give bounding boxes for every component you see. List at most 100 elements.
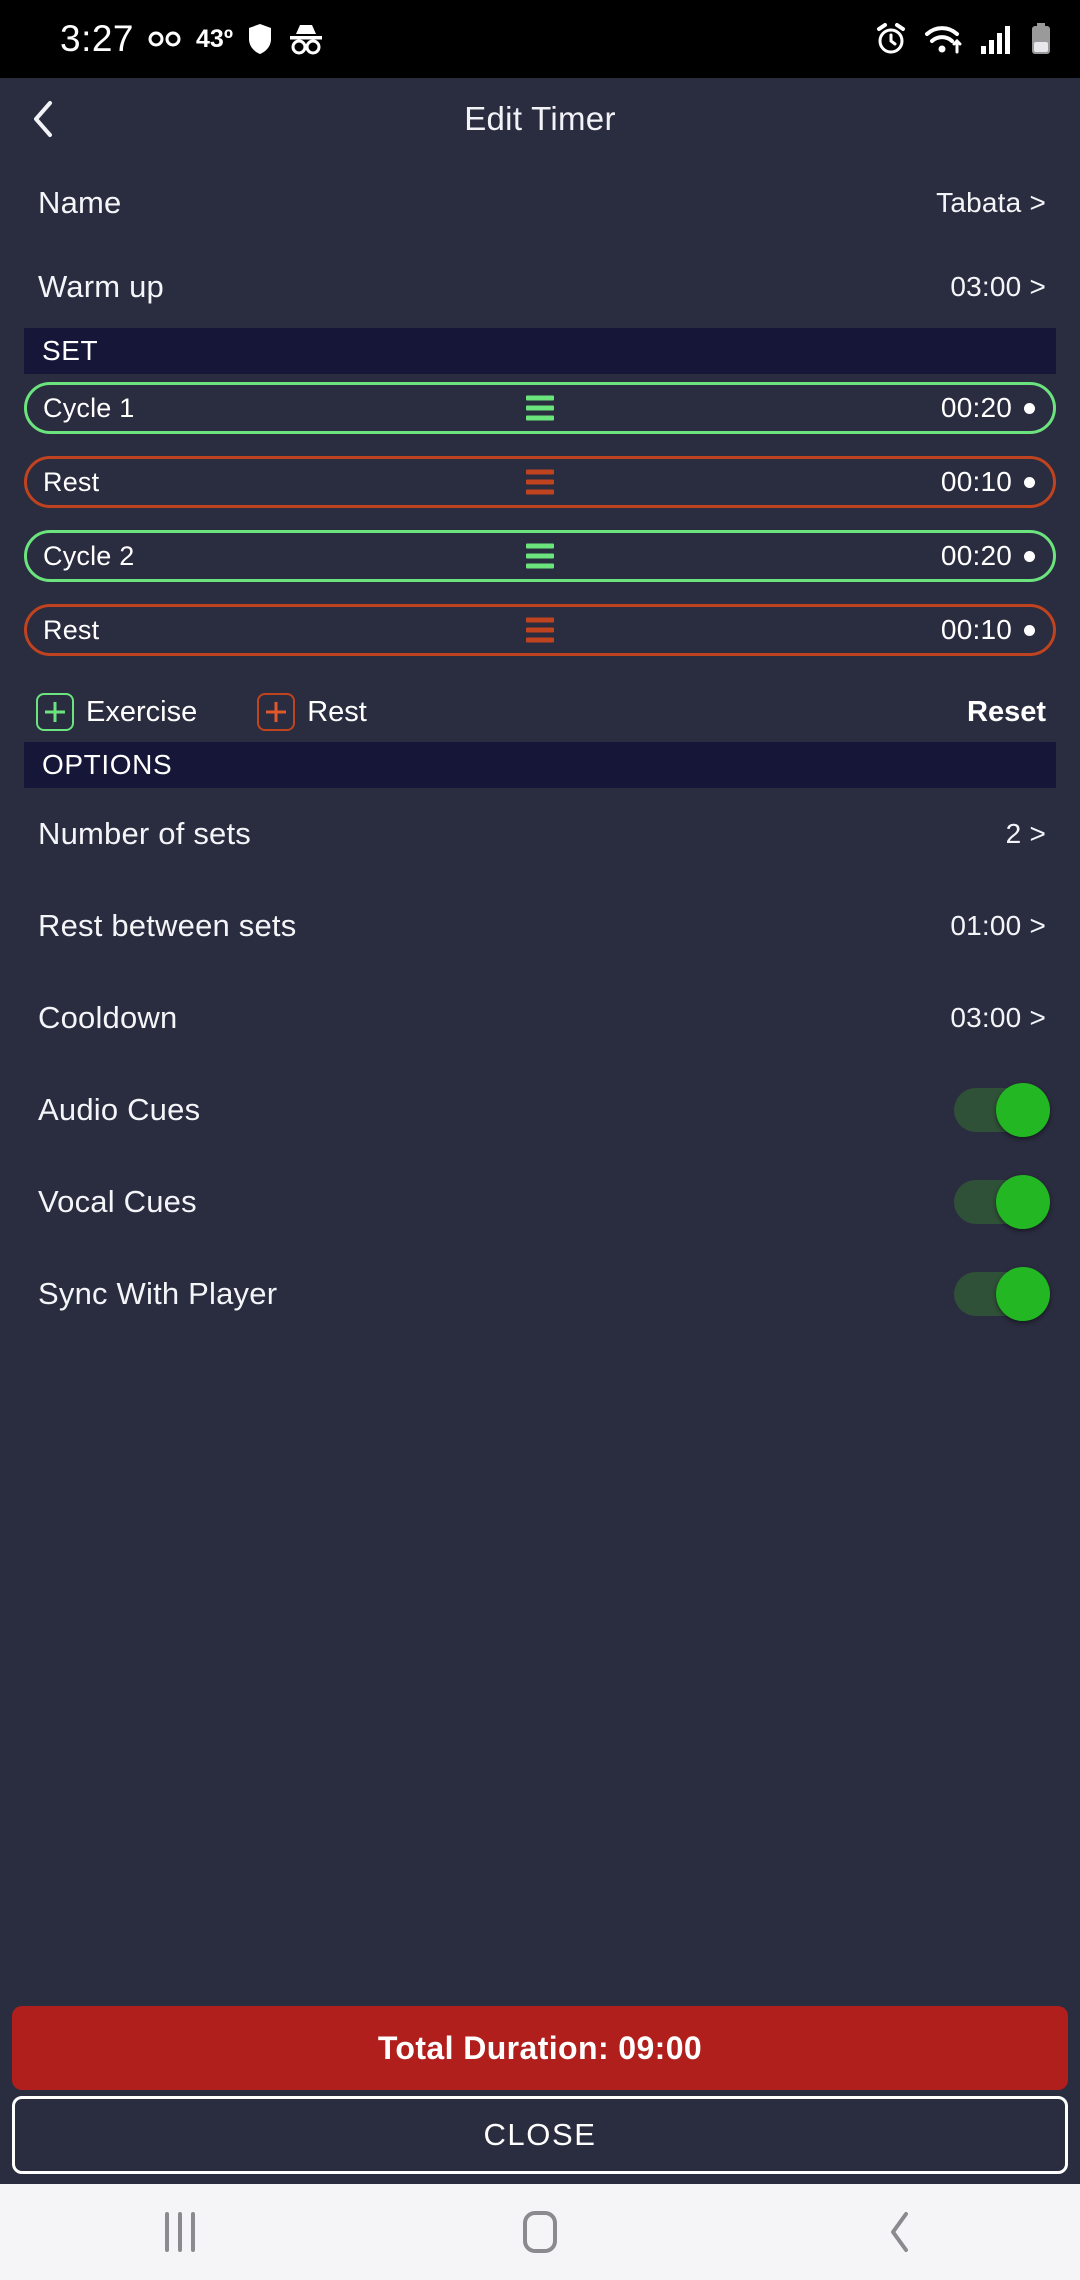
set-item-name: Rest xyxy=(43,614,100,645)
add-rest-button[interactable]: Rest xyxy=(257,693,367,731)
total-duration-label: Total Duration: 09:00 xyxy=(377,2029,703,2066)
section-header-options-label: OPTIONS xyxy=(42,749,173,780)
section-header-set-label: SET xyxy=(42,335,99,366)
status-dot-icon xyxy=(1024,550,1035,562)
drag-handle-icon[interactable] xyxy=(526,469,554,495)
row-rest-between-sets-label: Rest between sets xyxy=(38,908,297,943)
status-bar: 3:27 43º xyxy=(0,0,1080,78)
chevron-right-icon: > xyxy=(1029,1002,1046,1033)
alarm-icon xyxy=(877,23,905,54)
row-number-of-sets-label: Number of sets xyxy=(38,816,251,851)
row-number-of-sets-value-text: 2 xyxy=(1005,818,1022,849)
row-number-of-sets-value: 2 > xyxy=(1006,818,1046,850)
toggle-audio-cues[interactable] xyxy=(954,1083,1050,1137)
row-audio-cues[interactable]: Audio Cues xyxy=(0,1064,1080,1156)
row-audio-cues-label: Audio Cues xyxy=(38,1092,201,1127)
row-rest-between-sets[interactable]: Rest between sets 01:00 > xyxy=(0,880,1080,972)
add-exercise-button[interactable]: Exercise xyxy=(36,693,197,731)
battery-icon xyxy=(1032,23,1050,54)
status-dot-icon xyxy=(1024,624,1035,636)
add-rest-label: Rest xyxy=(307,695,367,728)
toggle-vocal-cues[interactable] xyxy=(954,1175,1050,1229)
set-item-time-text: 00:10 xyxy=(940,614,1012,645)
nav-back-button[interactable] xyxy=(840,2184,960,2280)
close-button[interactable]: CLOSE xyxy=(12,2096,1068,2174)
row-name[interactable]: Name Tabata > xyxy=(0,160,1080,246)
drag-handle-icon[interactable] xyxy=(526,617,554,643)
incognito-icon xyxy=(289,25,322,55)
row-warmup-value-text: 03:00 xyxy=(950,271,1022,302)
toggle-knob xyxy=(996,1175,1050,1229)
status-bar-right xyxy=(874,22,1052,56)
section-header-set: SET xyxy=(24,328,1056,374)
status-time: 3:27 xyxy=(60,18,135,59)
close-button-label: CLOSE xyxy=(483,2117,597,2152)
set-item-time-text: 00:20 xyxy=(940,392,1012,423)
edit-timer-screen: 3:27 43º Edit Timer Name Tabata > Warm u… xyxy=(0,0,1080,2280)
set-item-rest-1[interactable]: Rest 00:10 xyxy=(24,456,1056,508)
row-name-label: Name xyxy=(38,185,122,220)
recents-icon xyxy=(165,2212,195,2252)
set-item-time: 00:20 xyxy=(941,392,1035,424)
row-warmup-value: 03:00 > xyxy=(950,271,1046,303)
row-rest-between-sets-value: 01:00 > xyxy=(950,910,1046,942)
toggle-sync-with-player[interactable] xyxy=(954,1267,1050,1321)
status-temperature: 43º xyxy=(196,24,233,53)
status-dot-icon xyxy=(1024,402,1035,414)
toggle-knob xyxy=(996,1267,1050,1321)
row-warmup-label: Warm up xyxy=(38,269,164,304)
title-bar: Edit Timer xyxy=(0,78,1080,160)
set-item-time-text: 00:10 xyxy=(940,466,1012,497)
chevron-right-icon: > xyxy=(1029,818,1046,849)
drag-handle-icon[interactable] xyxy=(526,543,554,569)
voicemail-icon xyxy=(148,31,181,47)
drag-handle-icon[interactable] xyxy=(526,395,554,421)
set-item-name: Cycle 1 xyxy=(43,392,135,423)
row-cooldown-value-text: 03:00 xyxy=(950,1002,1022,1033)
row-sync-with-player[interactable]: Sync With Player xyxy=(0,1248,1080,1340)
chevron-right-icon: > xyxy=(1029,187,1046,218)
nav-recents-button[interactable] xyxy=(120,2184,240,2280)
row-rest-between-sets-value-text: 01:00 xyxy=(950,910,1022,941)
toggle-knob xyxy=(996,1083,1050,1137)
row-cooldown-label: Cooldown xyxy=(38,1000,178,1035)
set-item-time: 00:10 xyxy=(941,614,1035,646)
status-dot-icon xyxy=(1024,476,1035,488)
row-warmup[interactable]: Warm up 03:00 > xyxy=(0,246,1080,328)
set-item-name: Rest xyxy=(43,466,100,497)
add-action-row: Exercise Rest Reset xyxy=(0,678,1080,742)
android-nav-bar xyxy=(0,2184,1080,2280)
reset-button[interactable]: Reset xyxy=(967,696,1046,729)
row-name-value: Tabata > xyxy=(936,187,1046,219)
page-title: Edit Timer xyxy=(464,100,616,137)
back-icon xyxy=(891,2212,908,2252)
wifi-icon xyxy=(925,26,962,54)
set-item-list: Cycle 1 00:20 Rest 00:10 Cycle 2 00:20 R… xyxy=(0,374,1080,678)
row-number-of-sets[interactable]: Number of sets 2 > xyxy=(0,788,1080,880)
back-chevron-icon[interactable] xyxy=(12,88,74,150)
home-icon xyxy=(523,2211,557,2253)
set-item-name: Cycle 2 xyxy=(43,540,135,571)
row-sync-with-player-label: Sync With Player xyxy=(38,1276,278,1311)
add-exercise-label: Exercise xyxy=(86,695,198,728)
plus-icon xyxy=(36,693,74,731)
status-bar-left: 3:27 43º xyxy=(60,18,325,60)
row-cooldown-value: 03:00 > xyxy=(950,1002,1046,1034)
row-cooldown[interactable]: Cooldown 03:00 > xyxy=(0,972,1080,1064)
set-item-time: 00:10 xyxy=(941,466,1035,498)
set-item-time: 00:20 xyxy=(941,540,1035,572)
nav-home-button[interactable] xyxy=(480,2184,600,2280)
row-name-value-text: Tabata xyxy=(936,187,1022,218)
chevron-right-icon: > xyxy=(1029,271,1046,302)
signal-icon xyxy=(981,26,1010,54)
row-vocal-cues[interactable]: Vocal Cues xyxy=(0,1156,1080,1248)
section-header-options: OPTIONS xyxy=(24,742,1056,788)
total-duration-bar[interactable]: Total Duration: 09:00 xyxy=(12,2006,1068,2090)
set-item-time-text: 00:20 xyxy=(940,540,1012,571)
set-item-cycle-1[interactable]: Cycle 1 00:20 xyxy=(24,382,1056,434)
set-item-rest-2[interactable]: Rest 00:10 xyxy=(24,604,1056,656)
shield-icon xyxy=(248,24,271,54)
set-item-cycle-2[interactable]: Cycle 2 00:20 xyxy=(24,530,1056,582)
row-vocal-cues-label: Vocal Cues xyxy=(38,1184,197,1219)
